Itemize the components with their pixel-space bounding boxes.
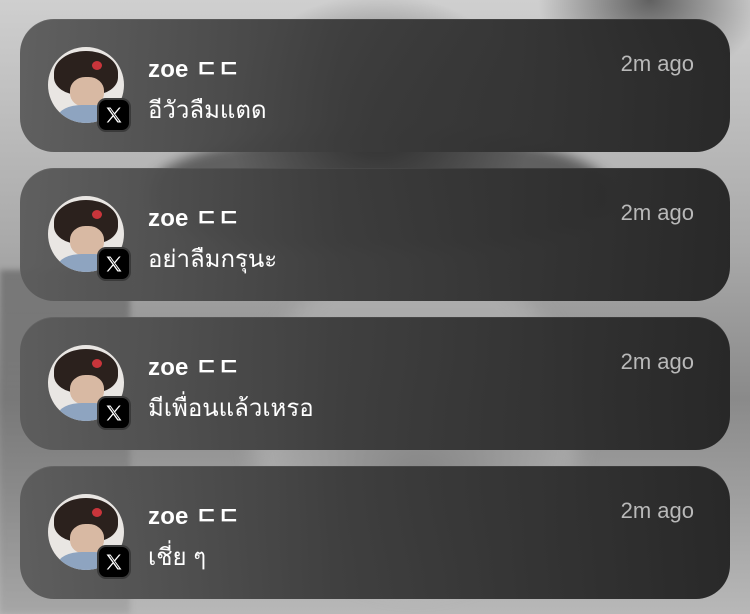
- timestamp: 2m ago: [620, 498, 694, 523]
- sender-name: zoe ㄷㄷ: [148, 56, 241, 83]
- sender-name: zoe ㄷㄷ: [148, 205, 241, 232]
- x-logo-icon: [97, 98, 131, 132]
- notification-card[interactable]: zoe ㄷㄷ 2m ago มีเพื่อนแล้วเหรอ: [20, 317, 730, 450]
- message-text: อีวัวลืมแตด: [148, 97, 267, 124]
- notification-card[interactable]: zoe ㄷㄷ 2m ago อีวัวลืมแตด: [20, 19, 730, 152]
- sender-name: zoe ㄷㄷ: [148, 354, 241, 381]
- timestamp: 2m ago: [620, 349, 694, 374]
- message-text: เชี่ย ๆ: [148, 544, 207, 571]
- message-text: มีเพื่อนแล้วเหรอ: [148, 395, 314, 422]
- x-logo-icon: [97, 545, 131, 579]
- notification-card[interactable]: zoe ㄷㄷ 2m ago เชี่ย ๆ: [20, 466, 730, 599]
- timestamp: 2m ago: [620, 200, 694, 225]
- timestamp: 2m ago: [620, 51, 694, 76]
- x-logo-icon: [97, 396, 131, 430]
- x-logo-icon: [97, 247, 131, 281]
- notification-card[interactable]: zoe ㄷㄷ 2m ago อย่าลืมกรุนะ: [20, 168, 730, 301]
- notification-stack: zoe ㄷㄷ 2m ago อีวัวลืมแตด zoe ㄷㄷ 2m ago …: [0, 0, 750, 614]
- sender-name: zoe ㄷㄷ: [148, 503, 241, 530]
- message-text: อย่าลืมกรุนะ: [148, 246, 278, 273]
